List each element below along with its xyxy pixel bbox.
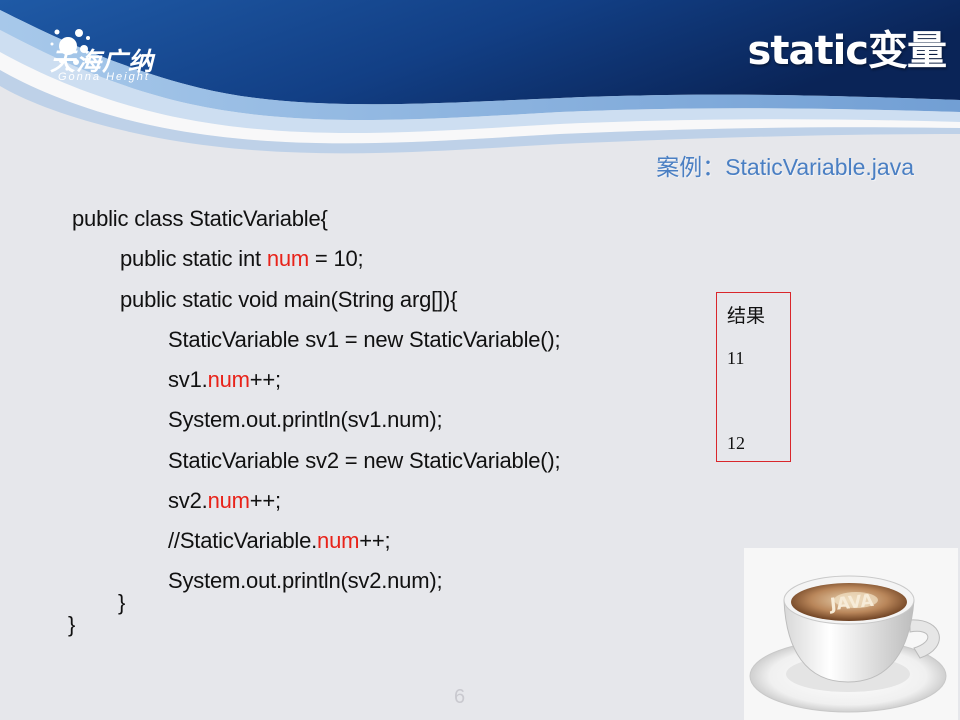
result-value: 11 <box>727 348 745 368</box>
code-text: sv1. <box>168 367 208 392</box>
company-logo: 天海广纳 Gonna Height <box>48 24 223 94</box>
logo-dots-icon <box>50 29 94 71</box>
code-line: sv2.num++; <box>168 488 281 514</box>
page-number: 6 <box>454 686 466 708</box>
highlighted-variable: num <box>317 528 360 553</box>
code-text: ++; <box>249 488 281 513</box>
code-line: public static int num = 10; <box>120 246 364 272</box>
code-line: System.out.println(sv1.num); <box>168 407 443 432</box>
code-line: sv1.num++; <box>168 367 281 393</box>
code-text: = 10; <box>309 246 364 271</box>
slide: 天海广纳 Gonna Height static变量 案例：StaticVari… <box>0 0 960 720</box>
code-line: public class StaticVariable{ <box>72 206 328 231</box>
code-text: sv2. <box>168 488 208 513</box>
code-line: public static void main(String arg[]){ <box>120 287 458 312</box>
result-value: 12 <box>727 433 745 453</box>
result-box: 结果 11 12 <box>716 292 791 462</box>
code-line: } <box>68 612 76 637</box>
code-line: System.out.println(sv2.num); <box>168 568 443 593</box>
coffee-cup-icon: JAVA <box>749 575 947 713</box>
code-line: } <box>118 590 126 615</box>
code-text: //StaticVariable. <box>168 528 318 553</box>
highlighted-variable: num <box>266 246 310 271</box>
code-text: ++; <box>359 528 391 553</box>
code-line: StaticVariable sv1 = new StaticVariable(… <box>168 327 561 352</box>
java-coffee-cup-image: JAVA <box>744 548 958 720</box>
result-title: 结果 <box>727 305 766 327</box>
highlighted-variable: num <box>207 488 250 513</box>
code-line: StaticVariable sv2 = new StaticVariable(… <box>168 448 561 473</box>
slide-title: static变量 <box>747 28 947 74</box>
code-line: //StaticVariable.num++; <box>168 528 391 554</box>
example-subtitle: 案例：StaticVariable.java <box>656 154 914 180</box>
code-text: public static int <box>120 246 267 271</box>
code-text: ++; <box>249 367 281 392</box>
highlighted-variable: num <box>207 367 250 392</box>
